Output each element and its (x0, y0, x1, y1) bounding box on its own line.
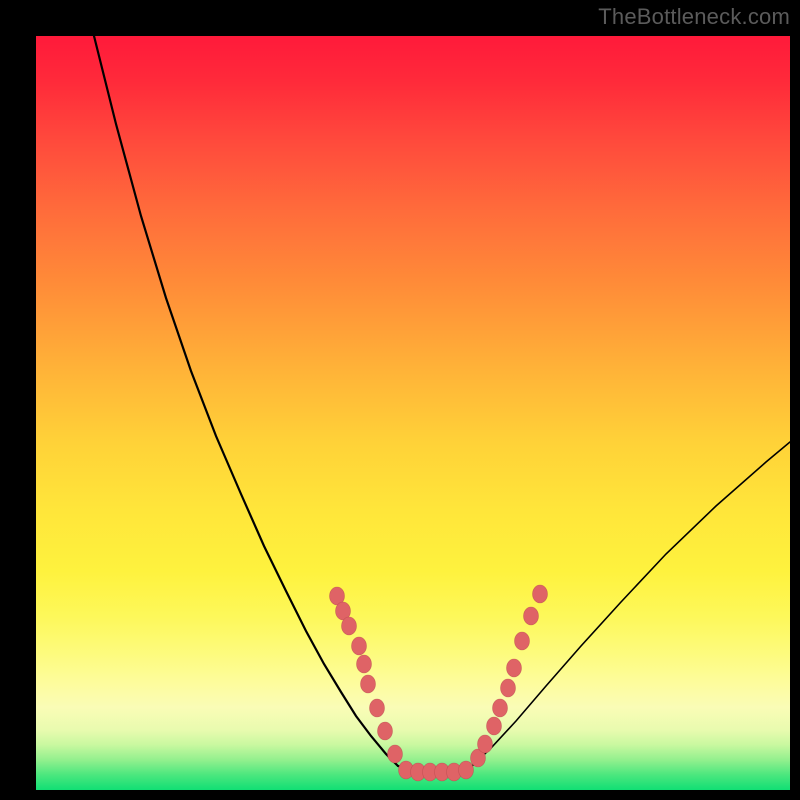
data-dot (357, 655, 372, 673)
data-dot (459, 761, 474, 779)
data-dot (378, 722, 393, 740)
data-dot (487, 717, 502, 735)
data-dot (478, 735, 493, 753)
watermark-text: TheBottleneck.com (598, 4, 790, 30)
chart-svg (36, 36, 790, 790)
data-dot (388, 745, 403, 763)
data-dot (352, 637, 367, 655)
data-dot (361, 675, 376, 693)
chart-stage: TheBottleneck.com (0, 0, 800, 800)
data-dot (507, 659, 522, 677)
data-dot (370, 699, 385, 717)
data-dot (524, 607, 539, 625)
plot-area (36, 36, 790, 790)
curve-right (472, 442, 790, 766)
data-dot (493, 699, 508, 717)
data-dot (501, 679, 516, 697)
data-dot (515, 632, 530, 650)
curve-left (94, 36, 398, 766)
data-dot (342, 617, 357, 635)
data-dot (533, 585, 548, 603)
data-dots (330, 585, 548, 781)
